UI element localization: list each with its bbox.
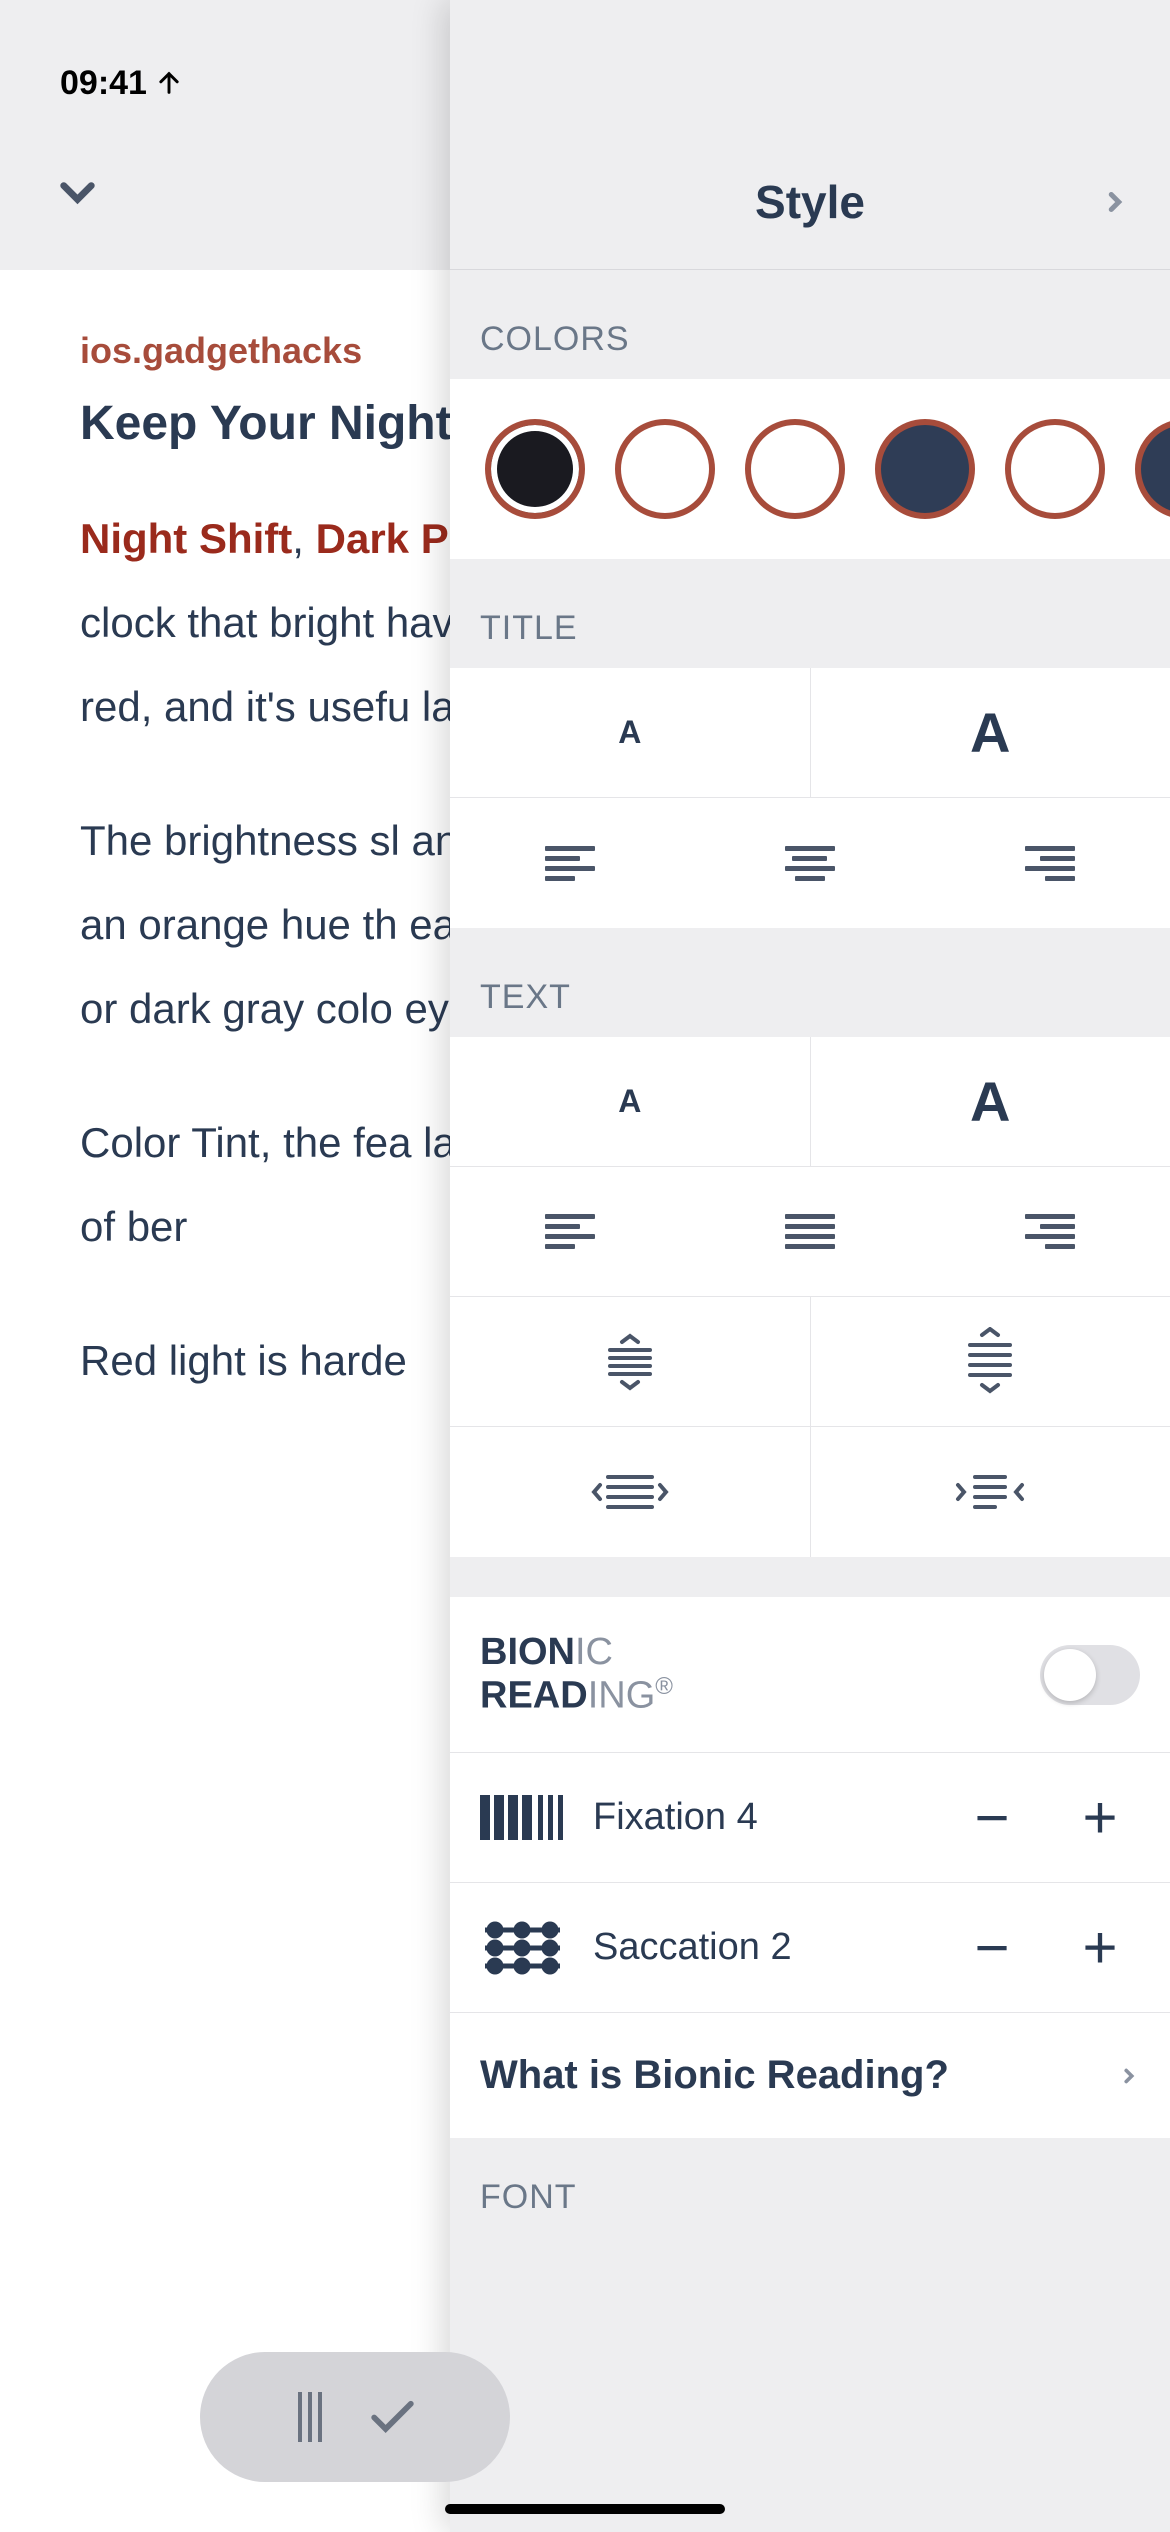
- saccation-row: Saccation 2 − +: [450, 1883, 1170, 2013]
- color-option-6[interactable]: [1135, 419, 1170, 519]
- text-align-left[interactable]: [450, 1167, 690, 1296]
- text-align-justify[interactable]: [690, 1167, 930, 1296]
- width-increase[interactable]: [450, 1427, 811, 1557]
- fixation-label: Fixation 4: [593, 1796, 924, 1839]
- back-chevron[interactable]: [50, 165, 105, 225]
- bionic-info-label: What is Bionic Reading?: [480, 2053, 1088, 2098]
- saccation-icon: [480, 1918, 565, 1978]
- panel-forward-button[interactable]: [1100, 180, 1130, 229]
- fixation-increase[interactable]: +: [1060, 1783, 1140, 1852]
- saccation-increase[interactable]: +: [1060, 1913, 1140, 1982]
- title-align-center[interactable]: [690, 798, 930, 928]
- bionic-info-row[interactable]: What is Bionic Reading?: [450, 2013, 1170, 2138]
- saccation-label: Saccation 2: [593, 1926, 924, 1969]
- title-section-label: TITLE: [450, 559, 1170, 668]
- text-section-label: TEXT: [450, 928, 1170, 1037]
- color-option-3[interactable]: [745, 419, 845, 519]
- text-align-right[interactable]: [930, 1167, 1170, 1296]
- bionic-logo: BIONIC READING®: [480, 1632, 673, 1717]
- bionic-toggle[interactable]: [1040, 1645, 1140, 1705]
- bionic-reading-row: BIONIC READING®: [450, 1597, 1170, 1753]
- chevron-right-icon: [1118, 2058, 1140, 2094]
- font-section-label: FONT: [450, 2138, 1170, 2237]
- lines-icon: [290, 2387, 330, 2447]
- color-option-2[interactable]: [615, 419, 715, 519]
- title-size-decrease[interactable]: A: [450, 668, 811, 797]
- text-size-increase[interactable]: A: [811, 1037, 1170, 1166]
- fixation-icon: [480, 1790, 565, 1845]
- title-align-right[interactable]: [930, 798, 1170, 928]
- floating-toolbar[interactable]: [200, 2352, 510, 2482]
- line-height-decrease[interactable]: [450, 1297, 811, 1426]
- fixation-decrease[interactable]: −: [952, 1783, 1032, 1852]
- color-option-1[interactable]: [485, 419, 585, 519]
- color-option-4[interactable]: [875, 419, 975, 519]
- text-size-decrease[interactable]: A: [450, 1037, 811, 1166]
- link-dark[interactable]: Dark: [316, 515, 409, 562]
- line-height-increase[interactable]: [811, 1297, 1170, 1426]
- link-night-shift[interactable]: Night Shift: [80, 515, 292, 562]
- saccation-decrease[interactable]: −: [952, 1913, 1032, 1982]
- status-time: 09:41: [60, 64, 183, 103]
- style-panel: Style COLORS TITLE A A: [450, 0, 1170, 2532]
- home-indicator[interactable]: [445, 2504, 725, 2514]
- title-align-left[interactable]: [450, 798, 690, 928]
- check-icon: [365, 2390, 420, 2445]
- panel-title: Style: [755, 175, 865, 229]
- color-option-5[interactable]: [1005, 419, 1105, 519]
- title-size-increase[interactable]: A: [811, 668, 1170, 797]
- colors-row: [450, 379, 1170, 559]
- width-decrease[interactable]: [811, 1427, 1170, 1557]
- fixation-row: Fixation 4 − +: [450, 1753, 1170, 1883]
- panel-header: Style: [450, 0, 1170, 270]
- colors-section-label: COLORS: [450, 270, 1170, 379]
